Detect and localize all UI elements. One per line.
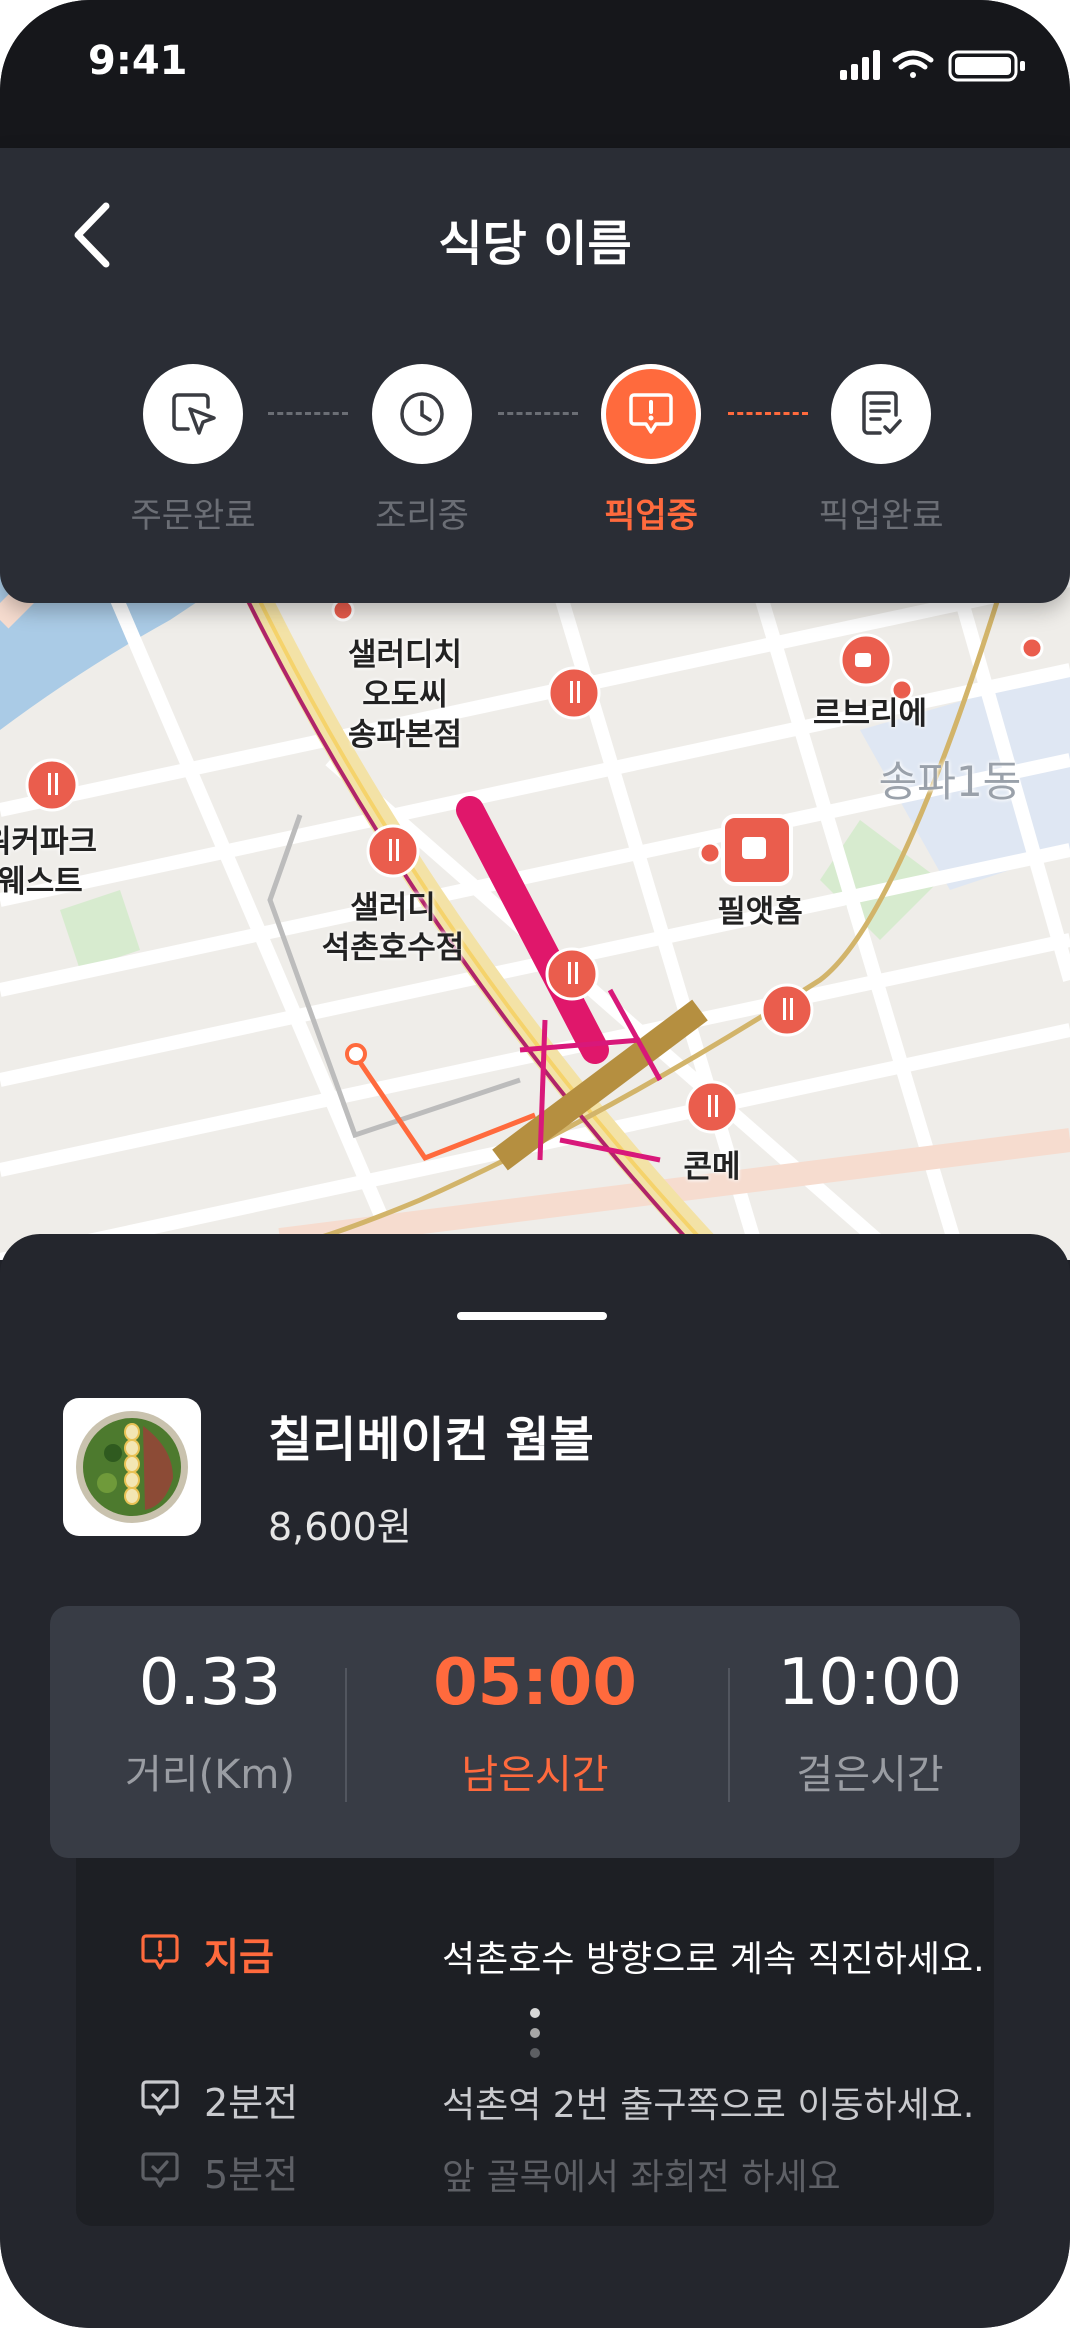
status-time: 9:41 [88, 38, 188, 84]
check-bubble-icon [141, 2080, 179, 2116]
salad-bowl-image [76, 1411, 188, 1523]
stat-remaining-time: 05:00 남은시간 [375, 1646, 695, 1800]
battery-icon [948, 50, 1025, 82]
check-bubble-icon [141, 2152, 179, 2188]
step-order-complete[interactable] [143, 364, 243, 464]
map-label-saladi: 샐러디 석촌호수점 [321, 890, 465, 966]
guide-item-2min: 2분전 석촌역 2번 출구쪽으로 이동하세요. [138, 2068, 988, 2128]
clock-icon [400, 392, 444, 436]
page-title: 식당 이름 [438, 216, 632, 272]
stat-walked-value: 10:00 [777, 1646, 963, 1720]
step-label-cooking: 조리중 [375, 496, 469, 536]
map-label-salad-dich: 샐러디치 오도씨 송파본점 [347, 637, 463, 753]
app-screen: 9:41 식당 이름 주문완료 조리중 픽업중 픽업완료 샐러디치 오도씨 송파… [0, 0, 1070, 2328]
sheet-drag-handle[interactable] [457, 1312, 607, 1320]
step-connector-active [728, 412, 808, 415]
order-header: 식당 이름 주문완료 조리중 픽업중 픽업완료 [0, 148, 1070, 603]
alert-bubble-icon [629, 393, 673, 434]
map-background [0, 560, 1070, 1260]
guide-item-current: 지금 석촌호수 방향으로 계속 직진하세요. [138, 1922, 988, 1982]
cursor-click-icon [172, 393, 216, 435]
product-name: 칠리베이컨 웜볼 [268, 1412, 594, 1468]
status-icons [840, 50, 1025, 82]
step-label-order-complete: 주문완료 [130, 496, 256, 536]
step-pickup-in-progress[interactable] [601, 364, 701, 464]
map-label-le-brie: 르브리에 [812, 696, 928, 732]
stat-remaining-value: 05:00 [433, 1646, 637, 1720]
trip-stats: 0.33 거리(Km) 05:00 남은시간 10:00 걸은시간 [50, 1606, 1020, 1858]
guide-text-2min: 석촌역 2번 출구쪽으로 이동하세요. [442, 2085, 975, 2126]
step-pickup-complete[interactable] [831, 364, 931, 464]
clipboard-check-icon [862, 391, 902, 435]
step-label-pickup-complete: 픽업완료 [818, 496, 944, 536]
product-price: 8,600원 [268, 1505, 412, 1549]
bottom-sheet: 칠리베이컨 웜볼 8,600원 0.33 거리(Km) 05:00 남은시간 1… [0, 1234, 1070, 2328]
step-cooking[interactable] [372, 364, 472, 464]
divider [345, 1668, 347, 1802]
guide-time-2min: 2분전 [204, 2081, 299, 2125]
guide-time-current: 지금 [204, 1935, 274, 1979]
map-label-walker-park: 워커파크 웨스트 [0, 824, 98, 900]
stat-walked-label: 걸은시간 [796, 1752, 944, 1798]
stat-remaining-label: 남은시간 [461, 1752, 609, 1798]
guide-text-5min: 앞 골목에서 좌회전 하세요 [442, 2157, 841, 2198]
status-bar: 9:41 [0, 0, 1070, 148]
dot [530, 2048, 540, 2058]
dot [530, 2008, 540, 2018]
stat-distance-label: 거리(Km) [124, 1752, 295, 1798]
direction-guide: 지금 석촌호수 방향으로 계속 직진하세요. 2분전 석촌역 2번 출구쪽으로 … [76, 1858, 994, 2226]
map-label-pill-home: 필앳홈 [717, 894, 803, 930]
step-label-pickup-in-progress: 픽업중 [604, 496, 698, 536]
map-label-songpa1dong: 송파1동 [878, 757, 1022, 806]
alert-bubble-icon [141, 1934, 179, 1970]
guide-text-current: 석촌호수 방향으로 계속 직진하세요. [442, 1939, 985, 1980]
stat-walked-time: 10:00 걸은시간 [710, 1646, 1030, 1800]
stat-distance-value: 0.33 [138, 1646, 282, 1720]
dot [530, 2028, 540, 2038]
product-thumbnail [63, 1398, 201, 1536]
step-connector [268, 412, 348, 415]
guide-ellipsis [530, 2008, 540, 2068]
stat-distance: 0.33 거리(Km) [50, 1646, 370, 1800]
map-label-conme: 콘메 [683, 1149, 741, 1185]
guide-item-5min: 5분전 앞 골목에서 좌회전 하세요 [138, 2140, 988, 2200]
guide-time-5min: 5분전 [204, 2153, 299, 2197]
route-map[interactable]: 샐러디치 오도씨 송파본점 르브리에 송파1동 워커파크 웨스트 필앳홈 샐러디… [0, 560, 1070, 1260]
step-connector [498, 412, 578, 415]
signal-icon [840, 50, 880, 80]
wifi-icon [892, 50, 934, 78]
